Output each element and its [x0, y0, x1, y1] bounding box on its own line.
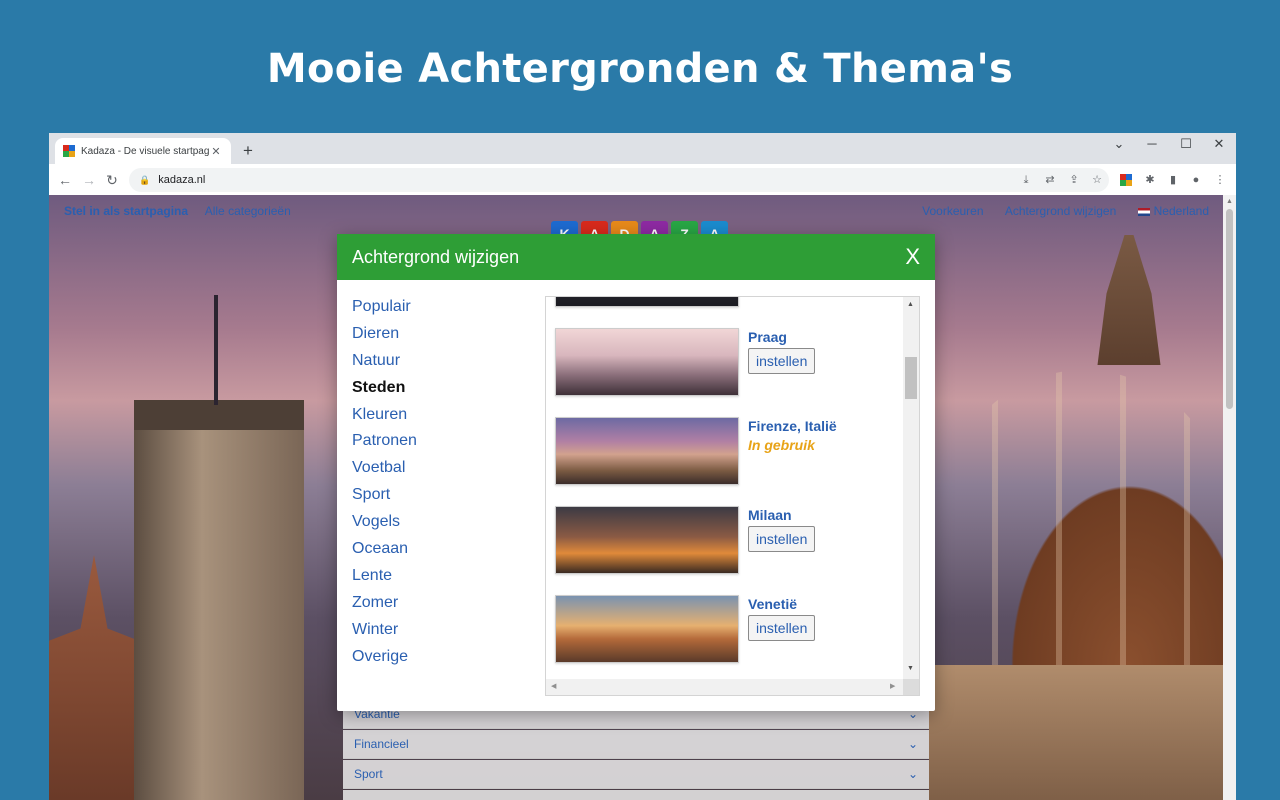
set-as-homepage-link[interactable]: Stel in als startpagina [64, 204, 188, 218]
category-item[interactable]: Natuur [352, 352, 417, 379]
browser-menu-icon[interactable]: ⋮ [1213, 173, 1227, 187]
scroll-down-icon[interactable]: ▼ [907, 665, 914, 672]
page-scrollbar[interactable]: ▲ [1223, 195, 1236, 800]
accordion-next[interactable] [343, 790, 929, 800]
accordion-financieel[interactable]: Financieel ⌄ [343, 730, 929, 759]
category-item[interactable]: Voetbal [352, 459, 417, 486]
accordion-label: Financieel [354, 737, 409, 751]
lock-icon: 🔒 [139, 174, 151, 185]
page-top-left-links: Stel in als startpagina Alle categorieën [64, 204, 305, 218]
category-item[interactable]: Kleuren [352, 406, 417, 433]
url-text[interactable]: kadaza.nl [158, 174, 205, 186]
tab-title: Kadaza - De visuele startpagina [81, 145, 209, 157]
category-item[interactable]: Lente [352, 567, 417, 594]
background-bell-tower-top [134, 400, 304, 434]
background-thumbnail[interactable] [555, 595, 739, 663]
language-link[interactable]: Nederland [1137, 204, 1209, 218]
background-thumbnail[interactable] [555, 417, 739, 485]
category-item[interactable]: Steden [352, 379, 417, 406]
close-dialog-button[interactable]: X [905, 244, 920, 270]
list-vertical-scrollbar[interactable]: ▲ ▼ [903, 297, 919, 681]
maximize-button[interactable]: ☐ [1169, 133, 1203, 157]
tab-search-icon[interactable]: ⌄ [1102, 133, 1136, 157]
page-top-right-links: Voorkeuren Achtergrond wijzigen Nederlan… [904, 204, 1209, 218]
set-background-button[interactable]: instellen [748, 348, 816, 374]
background-name: Milaan [748, 507, 792, 523]
translate-icon[interactable]: ⇄ [1043, 173, 1057, 187]
minimize-button[interactable]: ─ [1135, 133, 1169, 157]
browser-toolbar: ← → ↻ 🔒 kadaza.nl ⤓ ⇄ ⇪ ☆ ✱ ▮ ● ⋮ [49, 164, 1236, 195]
background-items: instellenPraaginstellenFirenze, ItaliëIn… [546, 297, 904, 684]
background-name: Firenze, Italië [748, 418, 837, 434]
background-item: Milaan instellen [546, 506, 904, 595]
category-item[interactable]: Winter [352, 621, 417, 648]
chevron-down-icon: ⌄ [907, 737, 918, 751]
forward-button[interactable]: → [79, 170, 99, 190]
tab-kadaza[interactable]: Kadaza - De visuele startpagina ✕ [55, 138, 231, 164]
background-dome [934, 370, 1223, 700]
category-item[interactable]: Sport [352, 486, 417, 513]
background-red-tower [49, 555, 139, 800]
set-background-button[interactable]: instellen [748, 526, 816, 552]
preferences-link[interactable]: Voorkeuren [922, 204, 983, 218]
page-title: Mooie Achtergronden & Thema's [266, 46, 1014, 92]
dialog-header: Achtergrond wijzigen X [337, 234, 935, 280]
list-horizontal-scrollbar[interactable]: ◀ ▶ [546, 679, 905, 695]
accordion-sport[interactable]: Sport ⌄ [343, 760, 929, 789]
category-item[interactable]: Patronen [352, 432, 417, 459]
category-list: Populair Dieren Natuur Steden Kleuren Patrone… [352, 298, 417, 674]
category-item[interactable]: Populair [352, 298, 417, 325]
background-name: Praag [748, 329, 787, 345]
all-categories-link[interactable]: Alle categorieën [205, 204, 291, 218]
category-item[interactable]: Oceaan [352, 540, 417, 567]
category-item[interactable]: Zomer [352, 594, 417, 621]
scroll-up-icon[interactable]: ▲ [907, 301, 914, 308]
background-item: Venetië instellen [546, 595, 904, 684]
category-item[interactable]: Dieren [352, 325, 417, 352]
category-item[interactable]: Overige [352, 648, 417, 675]
address-bar[interactable]: 🔒 kadaza.nl [129, 168, 1109, 192]
background-item: Praag instellen [546, 328, 904, 417]
scroll-up-icon[interactable]: ▲ [1226, 198, 1233, 205]
accordion-label: Sport [354, 767, 383, 781]
scroll-right-icon[interactable]: ▶ [890, 682, 895, 690]
tab-strip: Kadaza - De visuele startpagina ✕ + ⌄ ─ … [49, 133, 1236, 164]
list-scroll-thumb[interactable] [905, 357, 917, 399]
netherlands-flag-icon [1137, 207, 1150, 216]
reload-button[interactable]: ↻ [102, 170, 122, 190]
change-background-dialog: Achtergrond wijzigen X Populair Dieren Nat… [337, 234, 935, 711]
background-cupola [1097, 235, 1161, 365]
background-item: Firenze, Italië In gebruik [546, 417, 904, 506]
background-thumbnail[interactable] [555, 297, 739, 307]
close-window-button[interactable]: ✕ [1202, 133, 1236, 157]
scroll-left-icon[interactable]: ◀ [551, 682, 556, 690]
tab-close-icon[interactable]: ✕ [209, 145, 223, 158]
extensions-puzzle-icon[interactable]: ✱ [1143, 173, 1157, 187]
back-button[interactable]: ← [55, 170, 75, 190]
set-background-button[interactable]: instellen [748, 615, 816, 641]
category-item[interactable]: Vogels [352, 513, 417, 540]
kadaza-favicon-icon [63, 145, 75, 157]
profile-avatar-icon[interactable]: ● [1189, 173, 1203, 187]
background-name: Venetië [748, 596, 798, 612]
background-list[interactable]: instellenPraaginstellenFirenze, ItaliëIn… [545, 296, 920, 696]
scrollbar-corner [903, 679, 919, 695]
background-dome-base [929, 665, 1223, 800]
background-thumbnail[interactable] [555, 506, 739, 574]
background-thumbnail[interactable] [555, 328, 739, 396]
page-scroll-thumb[interactable] [1226, 209, 1233, 409]
bookmark-star-icon[interactable]: ☆ [1090, 173, 1104, 187]
new-tab-button[interactable]: + [238, 141, 258, 161]
background-bell-tower [134, 430, 304, 800]
install-app-icon[interactable]: ⤓ [1019, 173, 1033, 187]
chevron-down-icon: ⌄ [907, 767, 918, 781]
in-use-badge: In gebruik [748, 437, 815, 453]
change-background-link[interactable]: Achtergrond wijzigen [1005, 204, 1116, 218]
dialog-title: Achtergrond wijzigen [352, 246, 520, 267]
share-icon[interactable]: ⇪ [1067, 173, 1081, 187]
side-panel-icon[interactable]: ▮ [1166, 173, 1180, 187]
kadaza-extension-icon[interactable] [1119, 173, 1133, 187]
background-item: instellen [546, 297, 904, 328]
background-spire [214, 295, 218, 405]
